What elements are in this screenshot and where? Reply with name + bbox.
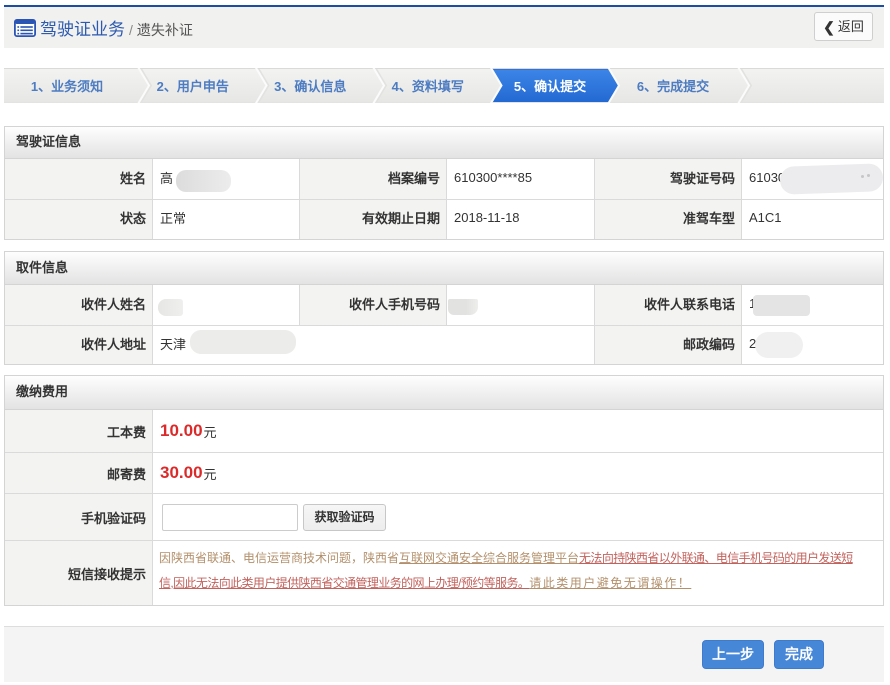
svg-text:2、用户申告: 2、用户申告: [157, 79, 229, 94]
svg-text:5、确认提交: 5、确认提交: [514, 79, 586, 94]
svg-text:4、资料填写: 4、资料填写: [392, 79, 464, 94]
svg-text:1、业务须知: 1、业务须知: [31, 79, 103, 94]
svg-text:3、确认信息: 3、确认信息: [274, 79, 346, 94]
svg-text:6、完成提交: 6、完成提交: [637, 79, 709, 94]
